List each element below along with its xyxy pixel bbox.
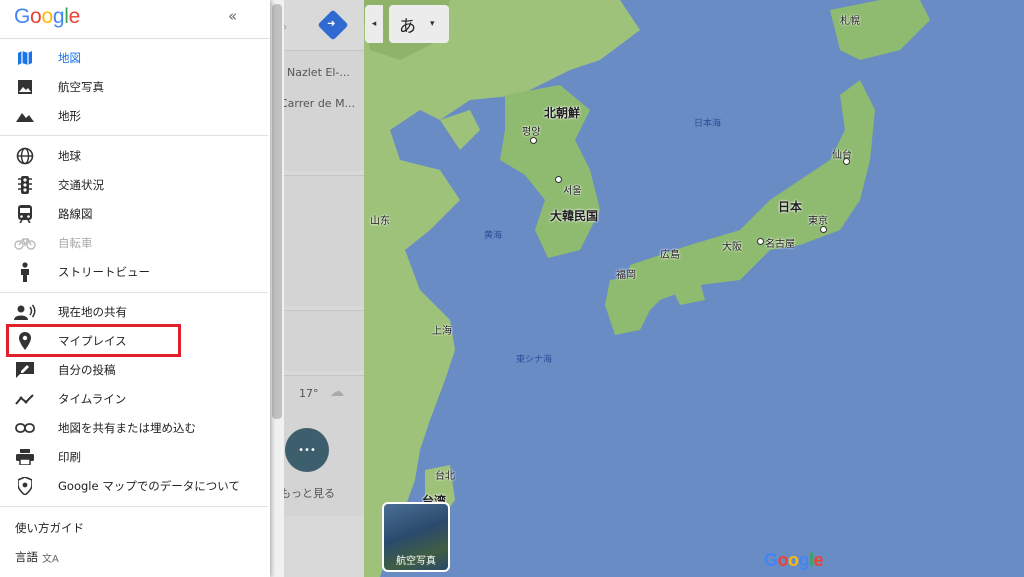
contributions-icon bbox=[14, 360, 36, 380]
globe-icon bbox=[14, 146, 36, 166]
more-button[interactable]: ••• bbox=[285, 428, 329, 472]
label-osaka: 大阪 bbox=[722, 242, 742, 253]
menu-item-label: 路線図 bbox=[58, 206, 93, 221]
city-dot-sendai bbox=[843, 158, 850, 165]
satellite-image-icon bbox=[14, 77, 36, 97]
terrain-icon bbox=[14, 106, 36, 126]
result-card[interactable] bbox=[270, 175, 364, 306]
menu-item-label: 地図 bbox=[58, 50, 81, 65]
menu-divider bbox=[0, 506, 268, 507]
menu-item-label: ストリートビュー bbox=[58, 264, 150, 279]
label-taipei: 台北 bbox=[435, 471, 455, 482]
menu-item-contributions[interactable]: 自分の投稿 bbox=[0, 355, 268, 384]
city-dot-pyongyang bbox=[530, 137, 537, 144]
menu-item-data-info[interactable]: Google マップでのデータについて bbox=[0, 471, 268, 500]
side-menu: Google « 地図 航空写真 地形 地球 交通状況 路線図 自転車 ストリー… bbox=[0, 0, 270, 577]
menu-scroll-thumb[interactable] bbox=[272, 4, 282, 419]
menu-item-globe[interactable]: 地球 bbox=[0, 141, 268, 170]
label-sea-of-japan: 日本海 bbox=[694, 119, 722, 129]
menu-item-terrain[interactable]: 地形 bbox=[0, 101, 268, 130]
more-dots-icon: ••• bbox=[298, 444, 316, 456]
menu-item-label: 航空写真 bbox=[58, 79, 104, 94]
shield-icon bbox=[14, 476, 36, 496]
menu-item-streetview[interactable]: ストリートビュー bbox=[0, 257, 268, 286]
menu-item-label: 印刷 bbox=[58, 449, 81, 464]
menu-item-map[interactable]: 地図 bbox=[0, 43, 268, 72]
location-share-icon bbox=[14, 302, 36, 322]
menu-item-location-sharing[interactable]: 現在地の共有 bbox=[0, 297, 268, 326]
label-yellow-sea: 黄海 bbox=[484, 231, 503, 241]
chevron-left-icon: ◂ bbox=[371, 19, 377, 29]
ime-char: あ bbox=[399, 16, 416, 37]
google-logo[interactable]: Google bbox=[14, 5, 80, 29]
language-link[interactable]: 言語 bbox=[15, 549, 38, 565]
menu-item-label: Google マップでのデータについて bbox=[58, 478, 240, 493]
result-card[interactable] bbox=[270, 310, 364, 371]
collapse-panel-button[interactable]: ◂ bbox=[365, 5, 383, 43]
label-japan: 日本 bbox=[778, 200, 803, 214]
menu-item-satellite[interactable]: 航空写真 bbox=[0, 72, 268, 101]
menu-divider bbox=[0, 135, 268, 136]
results-panel: Nazlet El-... Carrer de M... 17° ☁ もっと見る… bbox=[270, 0, 364, 577]
result-row-1[interactable]: Nazlet El-... bbox=[287, 66, 350, 79]
label-north-korea: 北朝鮮 bbox=[544, 106, 581, 120]
menu-item-traffic[interactable]: 交通状況 bbox=[0, 170, 268, 199]
map-google-logo: Google bbox=[764, 550, 824, 570]
menu-item-print[interactable]: 印刷 bbox=[0, 442, 268, 471]
satellite-toggle-label: 航空写真 bbox=[396, 556, 436, 567]
label-shanghai: 上海 bbox=[432, 326, 452, 337]
label-sapporo: 札幌 bbox=[840, 16, 860, 27]
temperature: 17° bbox=[299, 387, 319, 400]
label-south-korea: 大韓民国 bbox=[550, 209, 599, 223]
menu-item-label: 自転車 bbox=[58, 235, 93, 250]
menu-header: Google « bbox=[0, 0, 270, 39]
menu-item-label: 自分の投稿 bbox=[58, 362, 116, 377]
label-fukuoka: 福岡 bbox=[616, 270, 636, 281]
satellite-layer-toggle[interactable]: 航空写真 bbox=[382, 502, 450, 572]
city-dot-seoul bbox=[555, 176, 562, 183]
result-row-2[interactable]: Carrer de M... bbox=[280, 97, 355, 110]
bicycle-icon bbox=[14, 233, 36, 253]
menu-item-timeline[interactable]: タイムライン bbox=[0, 384, 268, 413]
label-seoul: 서울 bbox=[563, 186, 582, 197]
map-icon bbox=[14, 48, 36, 68]
label-tokyo: 東京 bbox=[808, 216, 828, 227]
menu-item-label: 交通状況 bbox=[58, 177, 104, 192]
close-menu-icon[interactable]: « bbox=[228, 7, 237, 25]
menu-item-label: 地形 bbox=[58, 108, 81, 123]
translate-icon: 文A bbox=[42, 554, 59, 565]
timeline-icon bbox=[14, 389, 36, 409]
label-pyongyang: 평양 bbox=[522, 127, 541, 138]
menu-item-bicycle[interactable]: 自転車 bbox=[0, 228, 268, 257]
link-icon bbox=[14, 418, 36, 438]
menu-item-share-embed[interactable]: 地図を共有または埋め込む bbox=[0, 413, 268, 442]
pegman-icon bbox=[14, 262, 36, 282]
label-hiroshima: 広島 bbox=[660, 250, 680, 261]
label-east-china-sea: 東シナ海 bbox=[516, 355, 553, 365]
label-nagoya: 名古屋 bbox=[765, 239, 795, 250]
input-method-selector[interactable]: あ ▾ bbox=[389, 5, 449, 43]
city-dot-nagoya bbox=[757, 238, 764, 245]
train-icon bbox=[14, 204, 36, 224]
menu-item-transit[interactable]: 路線図 bbox=[0, 199, 268, 228]
more-label[interactable]: もっと見る bbox=[280, 485, 335, 501]
help-guide-link[interactable]: 使い方ガイド bbox=[15, 520, 84, 536]
menu-item-label: 地図を共有または埋め込む bbox=[58, 420, 196, 435]
chevron-down-icon: ▾ bbox=[430, 19, 435, 29]
highlight-box bbox=[6, 324, 181, 357]
menu-divider bbox=[0, 292, 268, 293]
traffic-light-icon bbox=[14, 175, 36, 195]
menu-item-label: 地球 bbox=[58, 148, 81, 163]
menu-item-label: 現在地の共有 bbox=[58, 304, 127, 319]
menu-item-label: タイムライン bbox=[58, 391, 127, 406]
label-shandong: 山东 bbox=[370, 216, 390, 227]
city-dot-tokyo bbox=[820, 226, 827, 233]
cloud-icon: ☁ bbox=[330, 384, 344, 400]
print-icon bbox=[14, 447, 36, 467]
